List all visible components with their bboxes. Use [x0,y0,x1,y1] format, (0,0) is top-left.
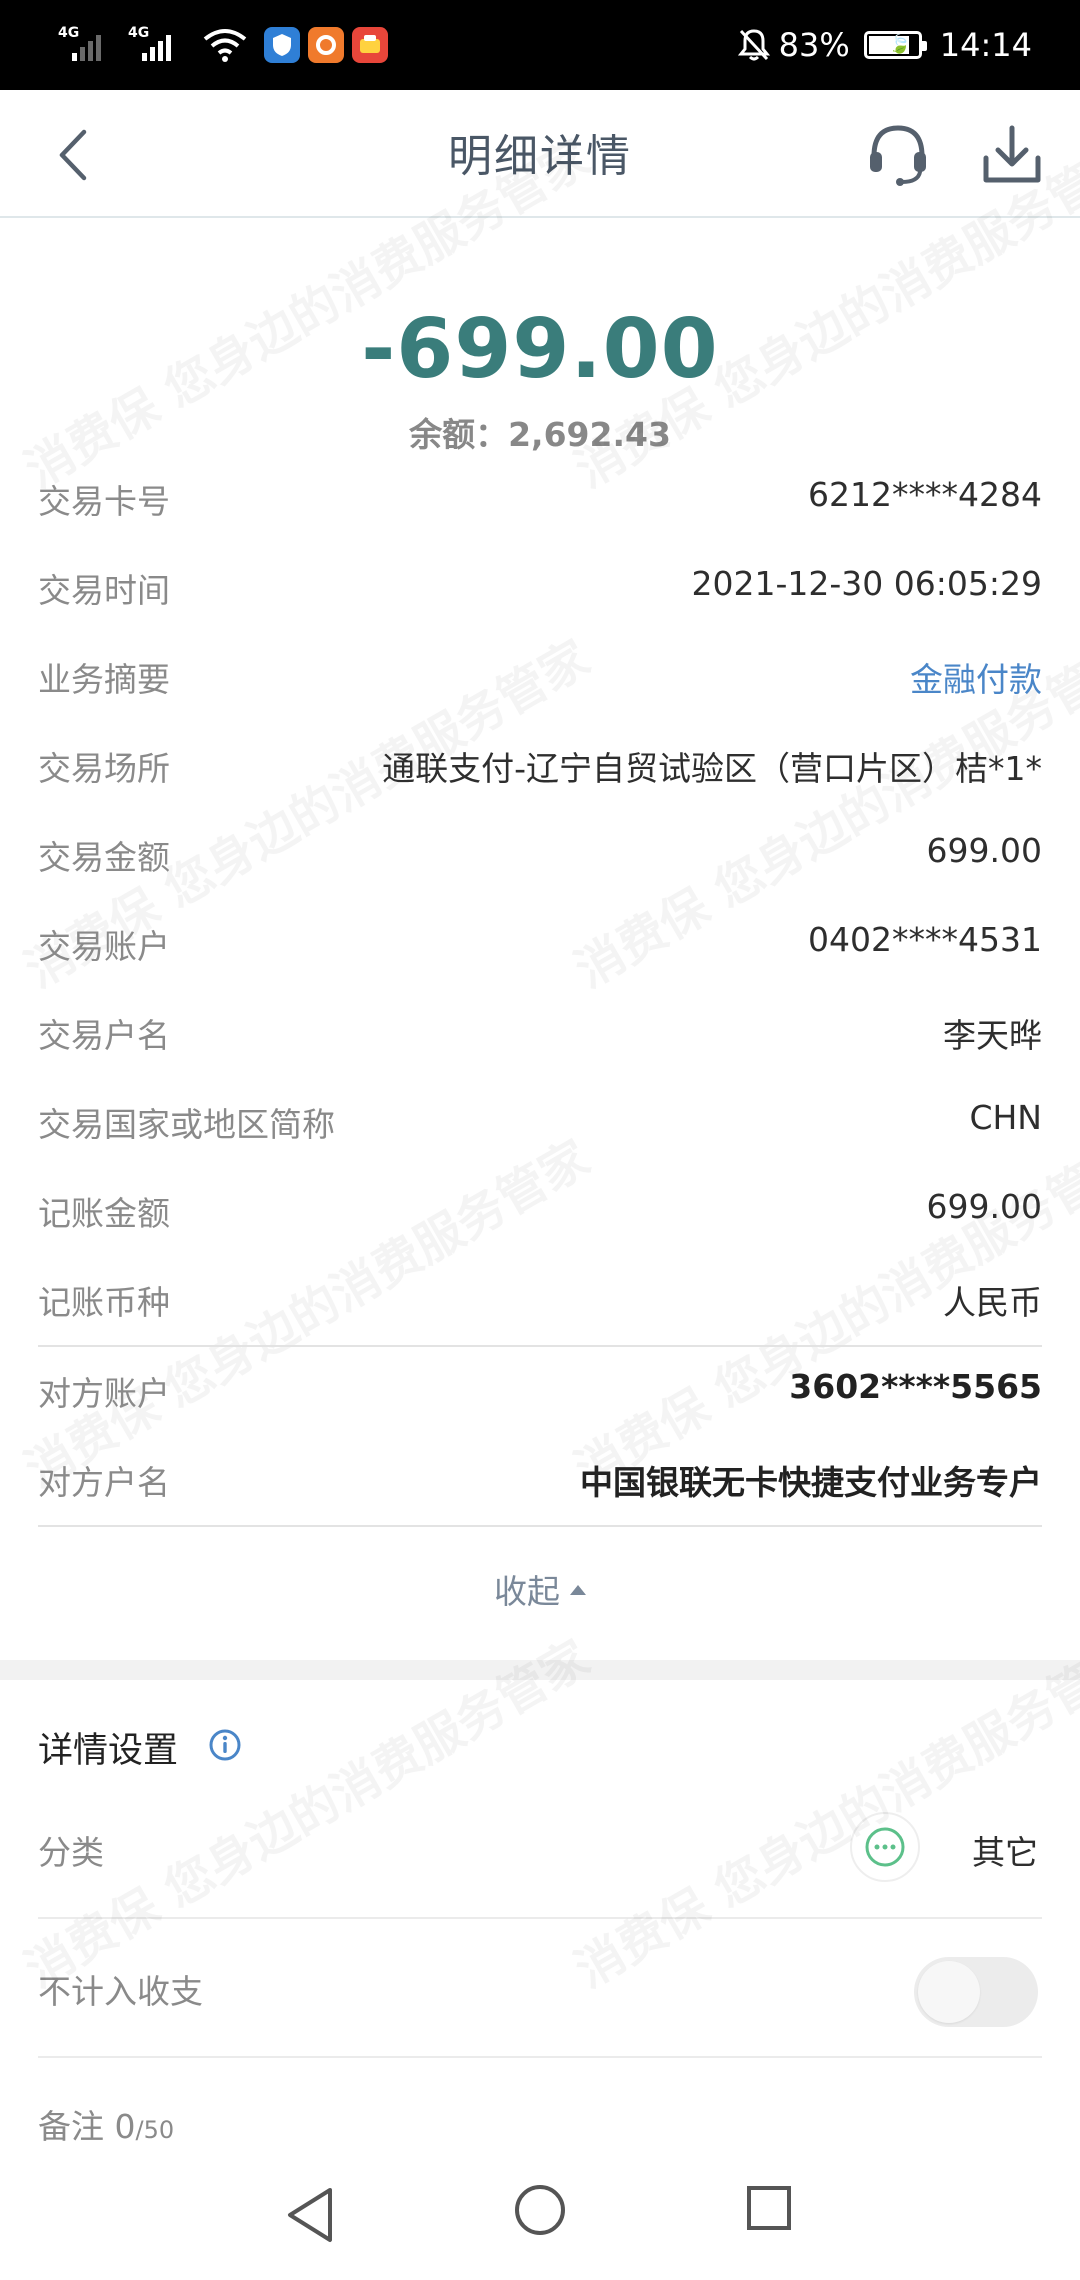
signal-1-icon: 4G [58,25,122,65]
detail-row-posted-amount: 记账金额 699.00 [38,1167,1042,1256]
detail-value: CHN [969,1098,1042,1137]
detail-row-card-number: 交易卡号 6212****4284 [38,455,1042,544]
detail-label: 交易账户 [38,927,170,966]
info-icon[interactable] [208,1728,242,1762]
detail-label: 对方账户 [38,1374,170,1413]
clock: 14:14 [939,26,1032,64]
battery-icon: 🍃 [863,31,927,59]
detail-list: 交易卡号 6212****4284 交易时间 2021-12-30 06:05:… [38,455,1042,1527]
detail-value: 人民币 [943,1283,1042,1322]
detail-row-account: 交易账户 0402****4531 [38,900,1042,989]
download-icon[interactable] [976,118,1048,190]
counterparty-row-name: 对方户名 中国银联无卡快捷支付业务专户 [38,1436,1042,1525]
nav-back-icon[interactable] [280,2180,340,2250]
category-row[interactable]: 分类 其它 [38,1782,1042,1919]
category-value: 其它 [972,1833,1038,1872]
divider [38,1525,1042,1527]
detail-value: 3602****5565 [789,1367,1042,1406]
detail-value: 699.00 [926,831,1042,870]
caret-up-icon [570,1584,586,1595]
detail-value: 0402****4531 [808,920,1042,959]
status-left: 4G 4G [58,22,388,68]
business-summary-link[interactable]: 金融付款 [910,653,1042,701]
status-bar: 4G 4G 83% 🍃 14:14 [0,0,1080,90]
counterparty-row-account: 对方账户 3602****5565 [38,1347,1042,1436]
battery-percent: 83% [778,26,850,64]
orange-app-icon [308,27,344,63]
exclude-label: 不计入收支 [38,1972,203,2011]
note-max: /50 [135,2116,175,2144]
detail-label: 对方户名 [38,1463,170,1502]
transaction-amount: -699.00 [361,302,719,397]
nav-recents-icon[interactable] [746,2185,792,2231]
exclude-toggle[interactable] [914,1957,1038,2027]
signal-2-icon: 4G [128,25,192,65]
detail-label: 交易国家或地区简称 [38,1105,335,1144]
detail-row-amount: 交易金额 699.00 [38,811,1042,900]
detail-value: 李天晔 [943,1016,1042,1055]
system-nav-bar [0,2160,1080,2280]
detail-row-country: 交易国家或地区简称 CHN [38,1078,1042,1167]
security-app-icon [264,27,300,63]
customer-service-icon[interactable] [862,118,934,190]
note-count: 0 [114,2107,136,2146]
detail-value: 6212****4284 [808,475,1042,514]
detail-label: 交易卡号 [38,482,170,521]
detail-label: 业务摘要 [38,660,170,699]
detail-value: 699.00 [926,1187,1042,1226]
status-right: 83% 🍃 14:14 [737,22,1032,68]
balance-label: 余额：2,692.43 [409,415,671,454]
detail-value: 2021-12-30 06:05:29 [691,564,1042,603]
note-label: 备注 [38,2107,104,2146]
section-separator [0,1660,1080,1680]
detail-value: 通联支付-辽宁自贸试验区（营口片区）桔*1* [382,749,1042,788]
detail-label: 记账金额 [38,1194,170,1233]
exclude-row: 不计入收支 [38,1921,1042,2058]
note-field[interactable]: 备注 0/50 [38,2100,174,2148]
category-label: 分类 [38,1833,104,1872]
shopping-app-icon [352,27,388,63]
detail-row-time: 交易时间 2021-12-30 06:05:29 [38,544,1042,633]
detail-label: 交易金额 [38,838,170,877]
detail-row-merchant: 交易场所 通联支付-辽宁自贸试验区（营口片区）桔*1* [38,722,1042,811]
settings-title: 详情设置 [38,1731,179,1771]
collapse-button[interactable]: 收起 [0,1565,1080,1613]
toggle-knob [918,1961,980,2023]
wifi-icon [203,29,247,62]
detail-label: 记账币种 [38,1283,170,1322]
detail-value: 中国银联无卡快捷支付业务专户 [580,1463,1042,1502]
detail-row-account-name: 交易户名 李天晔 [38,989,1042,1078]
detail-row-summary: 业务摘要 金融付款 [38,633,1042,722]
more-dots-icon [850,1812,920,1882]
detail-row-currency: 记账币种 人民币 [38,1256,1042,1345]
app-header: 明细详情 [0,90,1080,218]
collapse-label: 收起 [494,1572,560,1611]
detail-label: 交易户名 [38,1016,170,1055]
detail-label: 交易场所 [38,749,170,788]
detail-label: 交易时间 [38,571,170,610]
mute-bell-icon [737,29,770,61]
nav-home-icon[interactable] [513,2183,567,2237]
